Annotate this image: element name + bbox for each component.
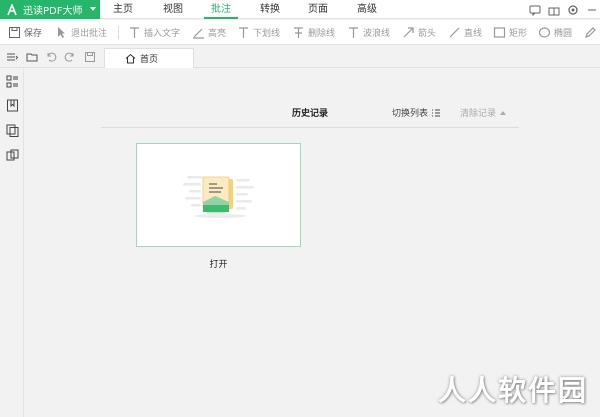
home-icon [125, 53, 136, 64]
undo-icon[interactable] [45, 51, 57, 63]
tab-advanced[interactable]: 高级 [352, 0, 382, 19]
underline-button[interactable]: 下划线 [237, 25, 280, 40]
strikethrough-button[interactable]: 删除线 [292, 25, 335, 40]
redo-icon[interactable] [64, 51, 76, 63]
app-brand[interactable]: 迅读PDF大师 [0, 0, 100, 19]
history-title: 历史记录 [292, 109, 329, 119]
app-name: 迅读PDF大师 [23, 6, 83, 17]
start-page: 历史记录 切换列表 清除记录 打开 人人软件园 [24, 69, 600, 417]
text-icon [130, 27, 139, 38]
save-icon[interactable] [84, 51, 96, 63]
cursor-icon [58, 27, 65, 38]
tab-page[interactable]: 页面 [303, 0, 333, 19]
menu-icon[interactable] [6, 51, 18, 63]
save-icon [9, 27, 20, 38]
open-file-card[interactable] [136, 143, 301, 247]
highlight-icon [193, 28, 204, 39]
wavy-line-icon [349, 27, 358, 38]
open-document-icon [183, 176, 254, 218]
wavy-line-button[interactable]: 波浪线 [347, 25, 390, 40]
chevron-up-icon [500, 110, 507, 115]
rectangle-icon [493, 27, 506, 38]
strikethrough-icon [294, 27, 303, 38]
annotation-toolbar: 保存 退出批注 插入文字 高亮 下划线 删除线 波浪线 箭头 直线 矩形 椭圆 [0, 20, 600, 45]
tab-annotate[interactable]: 批注 [204, 0, 238, 19]
annotation-list-icon[interactable] [6, 149, 19, 162]
highlight-button[interactable]: 高亮 [192, 25, 226, 40]
divider [101, 127, 519, 128]
minimize-icon[interactable] [584, 2, 600, 18]
arrow-icon [403, 27, 414, 38]
left-sidebar [0, 69, 24, 417]
tab-view[interactable]: 视图 [158, 0, 188, 19]
list-icon [432, 109, 441, 116]
rectangle-button[interactable]: 矩形 [493, 25, 527, 40]
underline-icon [239, 27, 248, 38]
insert-text-button[interactable]: 插入文字 [128, 25, 180, 40]
window-controls [524, 0, 600, 19]
message-icon[interactable] [527, 2, 543, 18]
arrow-button[interactable]: 箭头 [402, 25, 436, 40]
line-icon [449, 27, 460, 38]
pages-icon[interactable] [6, 124, 19, 137]
exit-annotation-button[interactable]: 退出批注 [55, 25, 107, 40]
gift-icon[interactable] [546, 2, 562, 18]
tab-home[interactable]: 主页 [108, 0, 138, 19]
switch-list-button[interactable]: 切换列表 [392, 106, 441, 119]
thumbnail-icon[interactable] [6, 75, 19, 88]
open-file-label: 打开 [209, 260, 228, 270]
app-logo-icon [7, 3, 17, 15]
watermark-text: 人人软件园 [437, 374, 588, 407]
line-button[interactable]: 直线 [448, 25, 482, 40]
gear-icon[interactable] [565, 2, 581, 18]
ellipse-icon [538, 27, 551, 38]
pencil-button[interactable] [584, 25, 600, 40]
save-button[interactable]: 保存 [8, 25, 42, 40]
chevron-down-icon[interactable] [90, 7, 96, 11]
ellipse-button[interactable]: 椭圆 [538, 25, 572, 40]
menubar: 迅读PDF大师 主页 视图 批注 转换 页面 高级 [0, 0, 600, 19]
toolbar-divider [118, 26, 119, 39]
pencil-icon [585, 27, 596, 38]
tab-home-page[interactable]: 首页 [104, 48, 194, 68]
bookmark-icon[interactable] [6, 99, 19, 112]
folder-open-icon[interactable] [26, 51, 38, 63]
clear-history-button[interactable]: 清除记录 [460, 106, 507, 119]
document-tabbar: 首页 [0, 46, 600, 68]
tab-convert[interactable]: 转换 [255, 0, 285, 19]
